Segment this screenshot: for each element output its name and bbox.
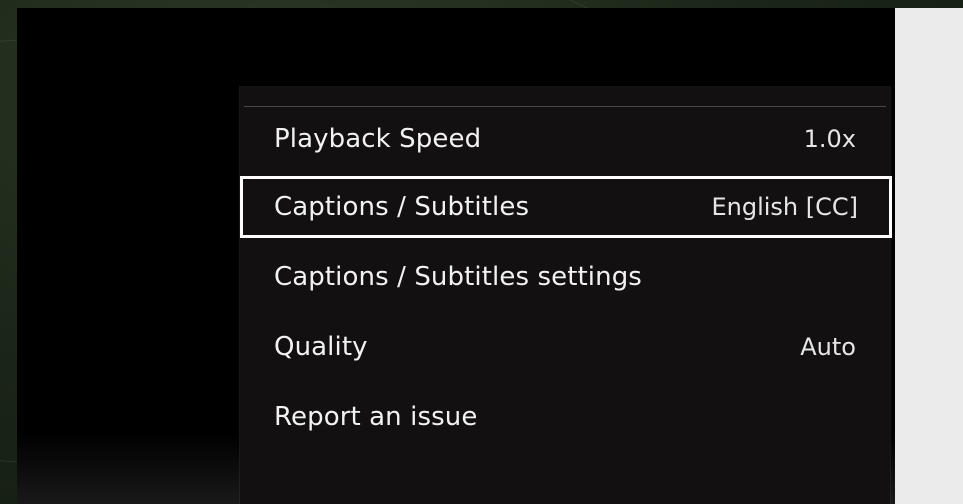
menu-item-label: Playback Speed: [274, 124, 482, 154]
menu-item-label: Report an issue: [274, 402, 478, 432]
screen: Playback Speed 1.0x Captions / Subtitles…: [0, 0, 963, 504]
menu-item-captions-subtitles-settings[interactable]: Captions / Subtitles settings: [240, 246, 890, 308]
menu-item-label: Captions / Subtitles: [274, 192, 530, 222]
player-settings-menu: Playback Speed 1.0x Captions / Subtitles…: [240, 87, 892, 504]
menu-item-value: 1.0x: [803, 125, 856, 153]
menu-item-captions-subtitles[interactable]: Captions / Subtitles English [CC]: [240, 176, 892, 238]
menu-item-value: English [CC]: [711, 193, 858, 221]
menu-item-label: Quality: [274, 332, 368, 362]
side-panel: [895, 8, 963, 504]
menu-divider: [244, 106, 886, 107]
menu-item-playback-speed[interactable]: Playback Speed 1.0x: [240, 108, 890, 170]
menu-item-report-issue[interactable]: Report an issue: [240, 386, 890, 448]
menu-item-value: Auto: [800, 333, 856, 361]
menu-item-quality[interactable]: Quality Auto: [240, 316, 890, 378]
menu-item-label: Captions / Subtitles settings: [274, 262, 642, 292]
